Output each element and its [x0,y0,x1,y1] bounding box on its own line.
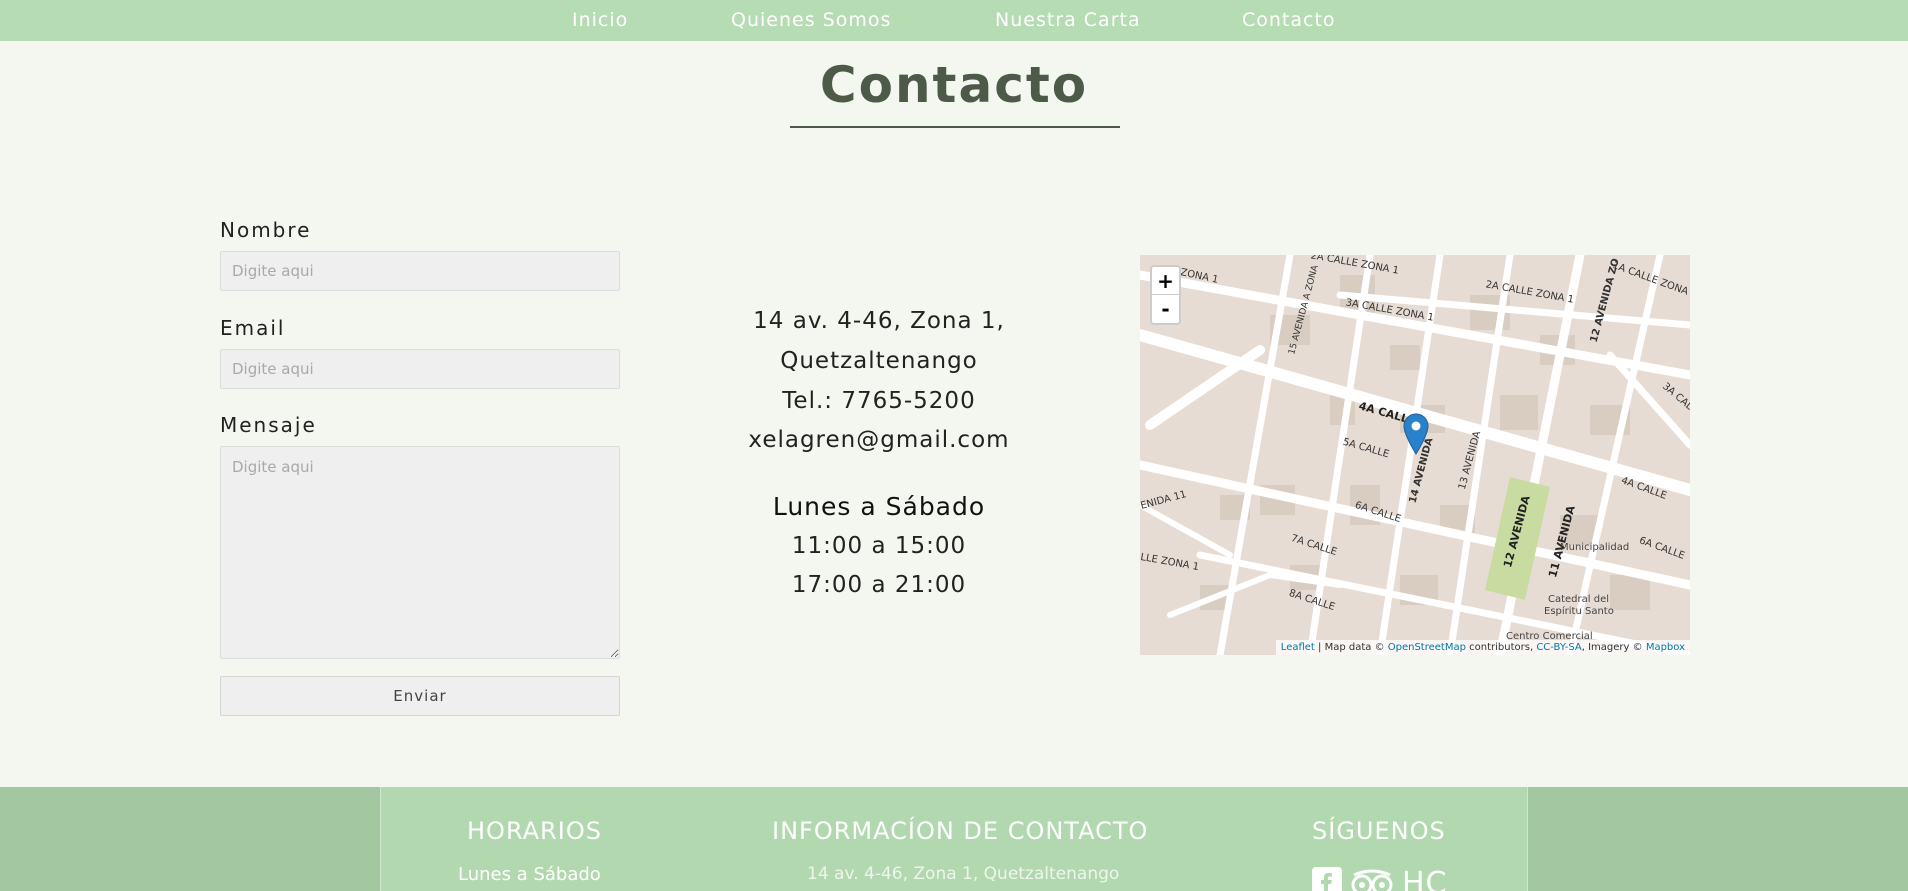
map-attribution: Leaflet | Map data © OpenStreetMap contr… [1275,640,1690,655]
attribution-text: contributors, [1465,642,1537,653]
hours-2: 17:00 a 21:00 [791,572,967,598]
nav-item-quienes-somos[interactable]: Quienes Somos [731,9,891,31]
location-marker-icon[interactable] [1403,413,1429,455]
tripadvisor-icon[interactable] [1350,867,1394,891]
social-links: HC [1312,866,1448,891]
footer-social-title: SÍGUENOS [1312,817,1446,845]
phone-text: Tel.: 7765-5200 [782,388,976,414]
top-nav: Inicio Quienes Somos Nuestra Carta Conta… [0,0,1908,41]
footer-left-band [0,787,380,891]
leaflet-link[interactable]: Leaflet [1281,642,1315,653]
title-underline [790,126,1120,128]
message-label: Mensaje [220,413,317,437]
zoom-in-button[interactable]: + [1152,267,1179,295]
footer-right-band [1528,787,1908,891]
osm-link[interactable]: OpenStreetMap [1388,642,1466,653]
email-text: xelagren@gmail.com [748,427,1010,453]
facebook-icon[interactable] [1312,866,1342,891]
attribution-text: , Imagery © [1581,642,1646,653]
footer-contact-address: 14 av. 4-46, Zona 1, Quetzaltenango [807,864,1120,884]
footer-contact-title: INFORMACÍON DE CONTACTO [772,817,1149,845]
page-title: Contacto [819,56,1089,114]
poi-label: Catedral del [1548,594,1610,605]
footer-hours-title: HORARIOS [467,817,602,845]
zoom-out-button[interactable]: - [1152,295,1179,323]
address-line-1: 14 av. 4-46, Zona 1, [753,308,1005,334]
nav-item-contacto[interactable]: Contacto [1242,9,1336,31]
email-input[interactable] [220,349,620,389]
hours-1: 11:00 a 15:00 [791,533,967,559]
mapbox-link[interactable]: Mapbox [1646,642,1685,653]
location-map[interactable]: 2A CALLE ZONA 1 2A CALLE ZONA 1 1A CALLE… [1140,255,1690,655]
attribution-text: | Map data © [1314,642,1388,653]
nav-item-inicio[interactable]: Inicio [572,9,628,31]
email-label: Email [220,316,286,340]
address-line-2: Quetzaltenango [780,348,978,374]
submit-button[interactable]: Enviar [220,676,620,716]
poi-label: Municipalidad [1560,542,1630,553]
nav-item-nuestra-carta[interactable]: Nuestra Carta [995,9,1141,31]
map-zoom-control: + - [1150,265,1181,325]
poi-label: Espíritu Santo [1544,606,1614,617]
footer-hours-days: Lunes a Sábado [458,864,601,885]
opening-days: Lunes a Sábado [772,492,986,521]
license-link[interactable]: CC-BY-SA [1536,642,1581,653]
name-input[interactable] [220,251,620,291]
name-label: Nombre [220,218,312,242]
hc-logo[interactable]: HC [1402,866,1448,891]
message-textarea[interactable] [220,446,620,659]
